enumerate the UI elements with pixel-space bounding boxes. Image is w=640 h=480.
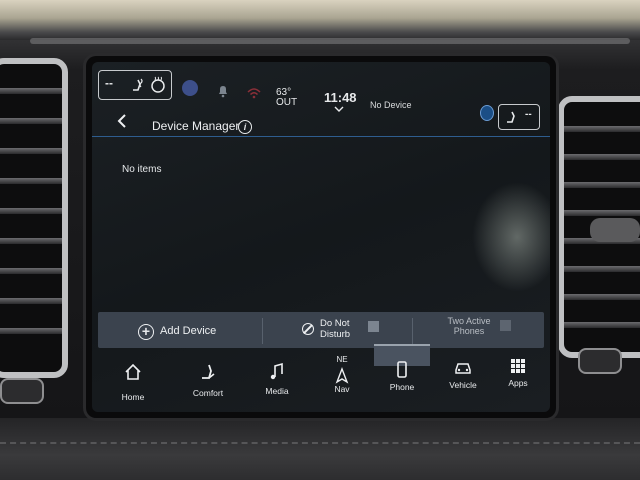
climate-left-value: --	[105, 76, 113, 90]
nav-comfort[interactable]: Comfort	[180, 354, 236, 412]
do-not-disturb-label: Do Not Disturb	[320, 318, 356, 340]
car-icon	[455, 363, 471, 374]
compass-heading: NE	[336, 355, 348, 364]
grid-icon	[511, 359, 525, 373]
device-action-bar: + Add Device Do Not Disturb Two Active P…	[98, 312, 544, 348]
nav-apps[interactable]: Apps	[490, 354, 546, 412]
seat-icon	[202, 364, 215, 379]
dashboard-trim	[30, 38, 630, 44]
dashboard-top	[0, 0, 640, 40]
passenger-seat-icon	[507, 111, 515, 123]
phone-icon	[397, 361, 407, 378]
right-dash-button	[578, 348, 622, 374]
screen-glare	[472, 182, 550, 292]
dnd-label-line2: Disturb	[320, 329, 351, 340]
outside-temp-label: OUT	[276, 97, 298, 108]
two-active-phones-checkbox[interactable]	[500, 320, 511, 331]
do-not-disturb-checkbox[interactable]	[368, 321, 379, 332]
left-hazard-button	[0, 378, 44, 404]
heated-seat-icon	[133, 78, 143, 91]
connected-device-status: No Device	[370, 100, 412, 110]
dashboard-bottom	[0, 418, 640, 480]
nav-home[interactable]: Home	[105, 354, 161, 412]
driver-profile-icon[interactable]	[182, 80, 198, 96]
climate-right-value: --	[525, 109, 532, 120]
action-divider	[262, 318, 263, 344]
active-tab-accent	[374, 344, 430, 346]
left-air-vent	[0, 58, 68, 378]
clock[interactable]: 11:48	[324, 90, 357, 105]
vent-adjust-knob	[590, 218, 640, 242]
two-active-line2: Phones	[453, 326, 485, 336]
climate-right-control[interactable]: --	[498, 104, 540, 130]
add-device-button[interactable]: + Add Device	[138, 322, 278, 342]
home-icon	[125, 363, 141, 380]
status-bar: -- 63° OUT 11:48 No Device	[92, 62, 550, 112]
do-not-disturb-toggle[interactable]: Do Not Disturb	[302, 316, 392, 344]
nav-media[interactable]: Media	[249, 354, 305, 412]
nav-vehicle-label: Vehicle	[449, 380, 477, 390]
navigation-arrow-icon	[335, 367, 349, 384]
nav-nav[interactable]: NE Nav	[314, 354, 370, 412]
bluetooth-icon	[480, 105, 494, 121]
two-active-line1: Two Active	[447, 316, 491, 326]
nav-comfort-label: Comfort	[192, 388, 224, 398]
bell-icon[interactable]	[216, 84, 230, 98]
action-divider	[412, 318, 413, 344]
plus-icon: +	[138, 324, 154, 340]
two-active-phones-label: Two Active Phones	[446, 316, 492, 336]
info-icon[interactable]: i	[238, 120, 252, 134]
music-note-icon	[270, 362, 283, 380]
outside-temperature: 63° OUT	[276, 88, 297, 108]
nav-home-label: Home	[121, 392, 145, 402]
nav-media-label: Media	[265, 386, 289, 396]
climate-left-control[interactable]: --	[98, 70, 172, 100]
nav-apps-label: Apps	[508, 378, 528, 388]
empty-list-message: No items	[122, 164, 162, 175]
back-arrow-icon[interactable]	[114, 112, 130, 130]
chevron-down-icon[interactable]	[334, 106, 344, 112]
two-active-phones-toggle[interactable]: Two Active Phones	[438, 316, 542, 344]
nav-vehicle[interactable]: Vehicle	[435, 354, 491, 412]
dashboard-stitching	[0, 442, 640, 444]
add-device-label: Add Device	[160, 325, 217, 337]
header-divider	[92, 136, 550, 137]
page-title: Device Manager	[152, 119, 240, 133]
nav-phone-label: Phone	[389, 382, 415, 392]
wifi-icon[interactable]	[246, 86, 262, 100]
nav-nav-label: Nav	[334, 384, 350, 394]
heated-wheel-icon	[151, 76, 165, 93]
nav-phone[interactable]: Phone	[374, 344, 430, 412]
dnd-label-line1: Do Not	[320, 318, 350, 329]
no-entry-icon	[302, 323, 314, 335]
bottom-nav-bar: Home Comfort Media NE Nav Phone Vehicle …	[92, 344, 550, 412]
infotainment-screen: -- 63° OUT 11:48 No Device -- Device Man…	[92, 62, 550, 412]
